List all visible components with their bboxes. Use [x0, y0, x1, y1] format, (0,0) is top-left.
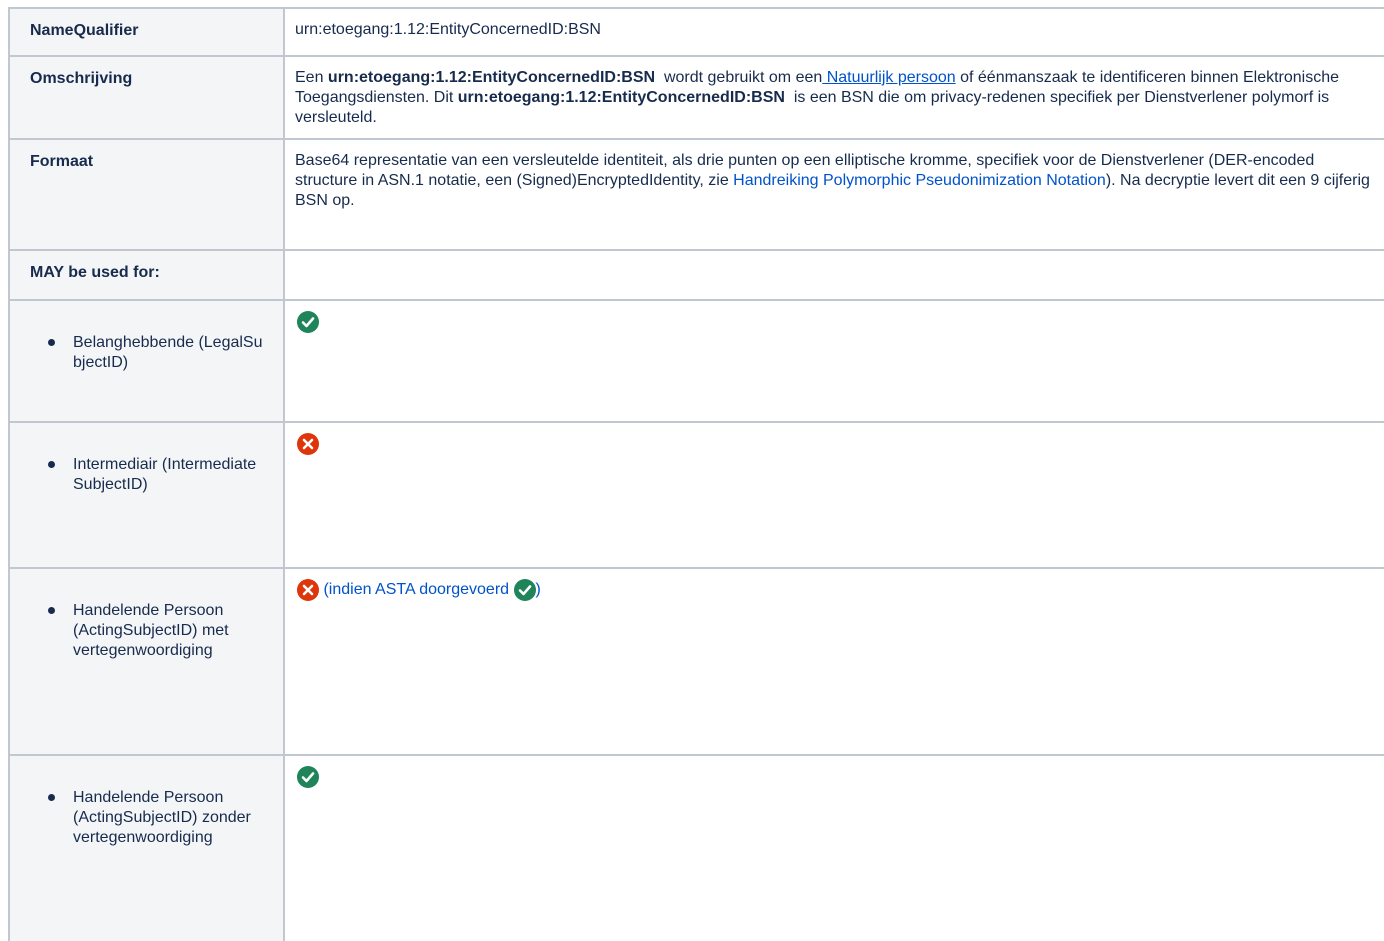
row-use-acting-with-representation: Handelende Persoon (ActingSubjectID) met… [8, 567, 1384, 756]
formaat-value: Base64 representatie van een versleuteld… [283, 138, 1384, 251]
asta-note-end: ) [535, 581, 541, 599]
handreiking-link[interactable]: Handreiking Polymorphic Pseudonimization… [733, 172, 1106, 189]
use-label: Belanghebbende (LegalSubjectID) [73, 334, 263, 371]
omschrijving-text-2: wordt gebruikt om een [655, 69, 823, 86]
omschrijving-text-1: Een [295, 69, 328, 86]
bullet-icon [48, 794, 55, 801]
use-status-cell: (indien ASTA doorgevoerd ) [283, 567, 1384, 756]
namequalifier-value: urn:etoegang:1.12:EntityConcernedID:BSN [283, 7, 1384, 57]
use-label: Intermediair (IntermediateSubjectID) [73, 456, 257, 493]
may-be-used-value [283, 249, 1384, 301]
use-status-cell [283, 754, 1384, 941]
row-formaat: Formaat Base64 representatie van een ver… [8, 138, 1384, 251]
omschrijving-urn-1: urn:etoegang:1.12:EntityConcernedID:BSN [327, 69, 656, 86]
row-use-acting-without-representation: Handelende Persoon (ActingSubjectID) zon… [8, 754, 1384, 941]
formaat-label: Formaat [8, 138, 285, 251]
omschrijving-label: Omschrijving [8, 55, 285, 140]
omschrijving-value: Een urn:etoegang:1.12:EntityConcernedID:… [283, 55, 1384, 140]
use-status-cell [283, 299, 1384, 423]
use-status-cell [283, 421, 1384, 569]
attribute-table: NameQualifier urn:etoegang:1.12:EntityCo… [8, 7, 1384, 941]
use-label: Handelende Persoon (ActingSubjectID) met… [73, 602, 229, 659]
cross-icon [297, 433, 319, 455]
bullet-icon [48, 607, 55, 614]
use-label-cell: Handelende Persoon (ActingSubjectID) zon… [8, 754, 285, 941]
check-icon [297, 311, 319, 333]
namequalifier-label: NameQualifier [8, 7, 285, 57]
row-use-intermediate-subject: Intermediair (IntermediateSubjectID) [8, 421, 1384, 569]
use-label-cell: Handelende Persoon (ActingSubjectID) met… [8, 567, 285, 756]
asta-note: (indien ASTA doorgevoerd [323, 581, 514, 599]
row-may-be-used: MAY be used for: [8, 249, 1384, 301]
bullet-icon [48, 339, 55, 346]
check-icon [513, 579, 536, 601]
use-label: Handelende Persoon (ActingSubjectID) zon… [73, 789, 251, 846]
row-namequalifier: NameQualifier urn:etoegang:1.12:EntityCo… [8, 7, 1384, 57]
cross-icon [297, 579, 319, 601]
attribute-table-container: NameQualifier urn:etoegang:1.12:EntityCo… [8, 7, 1384, 941]
row-omschrijving: Omschrijving Een urn:etoegang:1.12:Entit… [8, 55, 1384, 140]
natuurlijk-persoon-link[interactable]: Natuurlijk persoon [822, 69, 956, 86]
use-label-cell: Belanghebbende (LegalSubjectID) [8, 299, 285, 423]
check-icon [297, 766, 319, 788]
row-use-legal-subject: Belanghebbende (LegalSubjectID) [8, 299, 1384, 423]
use-label-cell: Intermediair (IntermediateSubjectID) [8, 421, 285, 569]
may-be-used-label: MAY be used for: [8, 249, 285, 301]
omschrijving-urn-2: urn:etoegang:1.12:EntityConcernedID:BSN [457, 89, 785, 106]
bullet-icon [48, 461, 55, 468]
